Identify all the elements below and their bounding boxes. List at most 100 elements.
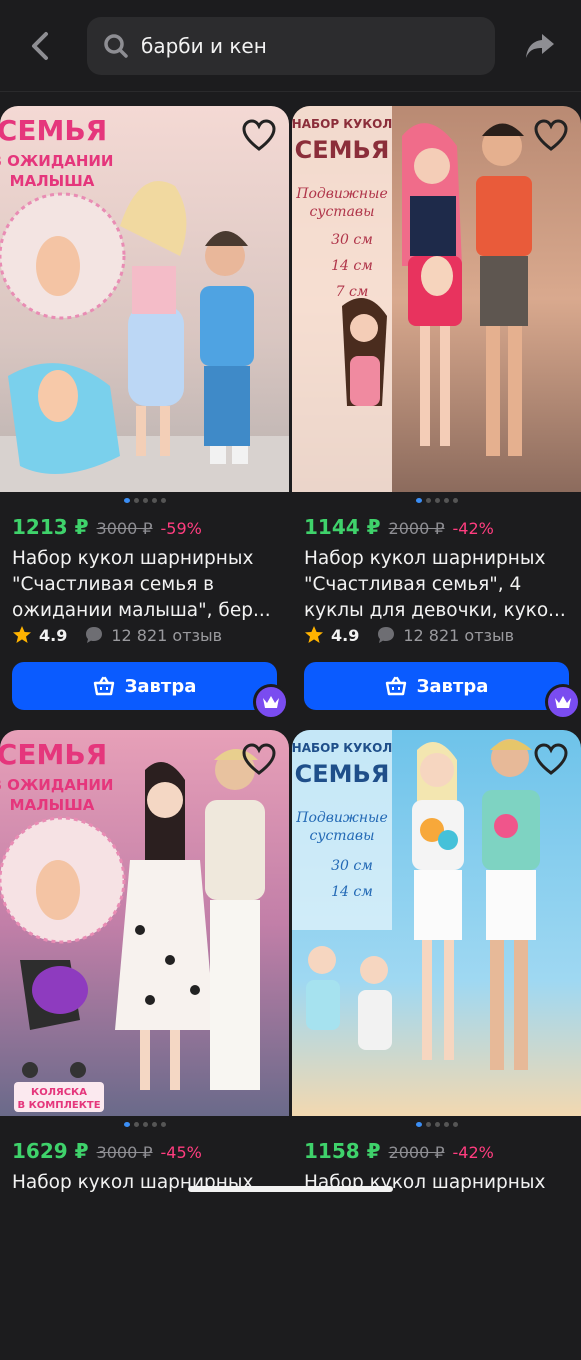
delivery-label: Завтра [416, 675, 489, 697]
rating-row: 4.9 12 821 отзыв [12, 625, 222, 645]
product-image[interactable]: НАБОР КУКОЛ СЕМЬЯ Подвижные суставы 30 с… [292, 730, 581, 1116]
price: 1158 ₽ [304, 1139, 381, 1163]
search-query: барби и кен [141, 34, 267, 58]
product-image[interactable]: СЕМЬЯ В ОЖИДАНИИ МАЛЫША КОЛЯСКА В КОМПЛЕ… [0, 730, 289, 1116]
pager-dot [415, 498, 422, 503]
price: 1144 ₽ [304, 515, 381, 539]
pager-dot [151, 498, 157, 503]
reviews-count: 12 821 отзыв [403, 625, 515, 645]
image-text: 14 см [331, 884, 373, 900]
price-row: 1144 ₽ 2000 ₽ -42% [304, 515, 494, 539]
image-pager [292, 498, 581, 503]
image-text: 14 см [331, 258, 373, 274]
pager-dot [160, 498, 166, 503]
image-text: Подвижные [295, 810, 388, 826]
pager-dot [160, 1122, 166, 1127]
image-text: СЕМЬЯ [0, 738, 107, 771]
pager-dot [142, 498, 148, 503]
star-icon [13, 626, 31, 643]
pager-dot [425, 498, 431, 503]
favorite-heart-icon[interactable] [533, 742, 569, 778]
share-icon [526, 34, 554, 58]
old-price: 2000 ₽ [388, 1143, 445, 1162]
star-icon [305, 626, 323, 643]
back-button[interactable] [22, 28, 58, 64]
pager-dot [434, 498, 440, 503]
image-text: Подвижные [295, 186, 388, 202]
old-price: 3000 ₽ [96, 519, 153, 538]
image-text: СЕМЬЯ [295, 760, 390, 788]
image-text: суставы [310, 828, 375, 844]
favorite-heart-icon[interactable] [241, 118, 277, 154]
image-pager [0, 498, 289, 503]
pager-dot [133, 1122, 139, 1127]
image-text: В КОМПЛЕКТЕ [17, 1100, 100, 1111]
basket-icon [385, 676, 406, 696]
product-title[interactable]: Набор кукол шарнирных [12, 1170, 280, 1196]
reviews-count: 12 821 отзыв [111, 625, 223, 645]
home-indicator[interactable] [188, 1186, 393, 1192]
image-text: НАБОР КУКОЛ [292, 117, 392, 131]
product-card[interactable]: СЕМЬЯ В ОЖИДАНИИ МАЛЫША 1213 ₽ 3000 ₽ -5… [0, 106, 289, 736]
image-text: 7 см [336, 284, 369, 300]
crown-icon [555, 696, 571, 708]
pager-dot [415, 1122, 422, 1127]
crown-icon [263, 696, 279, 708]
favorite-heart-icon[interactable] [533, 118, 569, 154]
price: 1213 ₽ [12, 515, 89, 539]
image-text: В ОЖИДАНИИ [0, 776, 113, 794]
price-row: 1158 ₽ 2000 ₽ -42% [304, 1139, 494, 1163]
discount: -59% [160, 519, 202, 538]
rating-value: 4.9 [331, 625, 360, 645]
old-price: 3000 ₽ [96, 1143, 153, 1162]
discount: -42% [452, 519, 494, 538]
image-pager [0, 1122, 289, 1127]
image-pager [292, 1122, 581, 1127]
image-text: 30 см [331, 232, 373, 248]
pager-dot [452, 498, 458, 503]
product-title[interactable]: Набор кукол шарнирных "Счастливая семья … [12, 546, 280, 624]
search-field[interactable]: барби и кен [87, 17, 495, 75]
pager-dot [443, 498, 449, 503]
comment-icon [86, 627, 103, 643]
product-image[interactable]: СЕМЬЯ В ОЖИДАНИИ МАЛЫША [0, 106, 289, 492]
product-card[interactable]: СЕМЬЯ В ОЖИДАНИИ МАЛЫША КОЛЯСКА В КОМПЛЕ… [0, 730, 289, 1360]
premium-badge [545, 684, 581, 720]
pager-dot [123, 1122, 130, 1127]
product-image[interactable]: НАБОР КУКОЛ СЕМЬЯ Подвижные суставы 30 с… [292, 106, 581, 492]
image-text: СЕМЬЯ [0, 114, 107, 147]
share-button[interactable] [518, 26, 562, 66]
pager-dot [434, 1122, 440, 1127]
pager-dot [151, 1122, 157, 1127]
basket-icon [93, 676, 114, 696]
top-bar: барби и кен [0, 0, 581, 92]
product-title[interactable]: Набор кукол шарнирных "Счастливая семья"… [304, 546, 572, 624]
pager-dot [443, 1122, 449, 1127]
image-text: КОЛЯСКА [31, 1087, 87, 1098]
image-text: 30 см [331, 858, 373, 874]
image-text: В ОЖИДАНИИ [0, 152, 113, 170]
add-to-cart-button[interactable]: Завтра [12, 662, 277, 710]
price: 1629 ₽ [12, 1139, 89, 1163]
image-text: суставы [310, 204, 375, 220]
back-arrow-icon [32, 32, 48, 60]
pager-dot [133, 498, 139, 503]
pager-dot [452, 1122, 458, 1127]
discount: -45% [160, 1143, 202, 1162]
old-price: 2000 ₽ [388, 519, 445, 538]
delivery-label: Завтра [124, 675, 197, 697]
image-text: НАБОР КУКОЛ [292, 741, 392, 755]
product-card[interactable]: НАБОР КУКОЛ СЕМЬЯ Подвижные суставы 30 с… [292, 730, 581, 1360]
comment-icon [378, 627, 395, 643]
discount: -42% [452, 1143, 494, 1162]
rating-value: 4.9 [39, 625, 68, 645]
image-text: МАЛЫША [10, 796, 95, 814]
product-card[interactable]: НАБОР КУКОЛ СЕМЬЯ Подвижные суставы 30 с… [292, 106, 581, 736]
premium-badge [253, 684, 289, 720]
product-title[interactable]: Набор кукол шарнирных [304, 1170, 572, 1196]
image-text: СЕМЬЯ [295, 136, 390, 164]
pager-dot [142, 1122, 148, 1127]
add-to-cart-button[interactable]: Завтра [304, 662, 569, 710]
rating-row: 4.9 12 821 отзыв [304, 625, 514, 645]
favorite-heart-icon[interactable] [241, 742, 277, 778]
